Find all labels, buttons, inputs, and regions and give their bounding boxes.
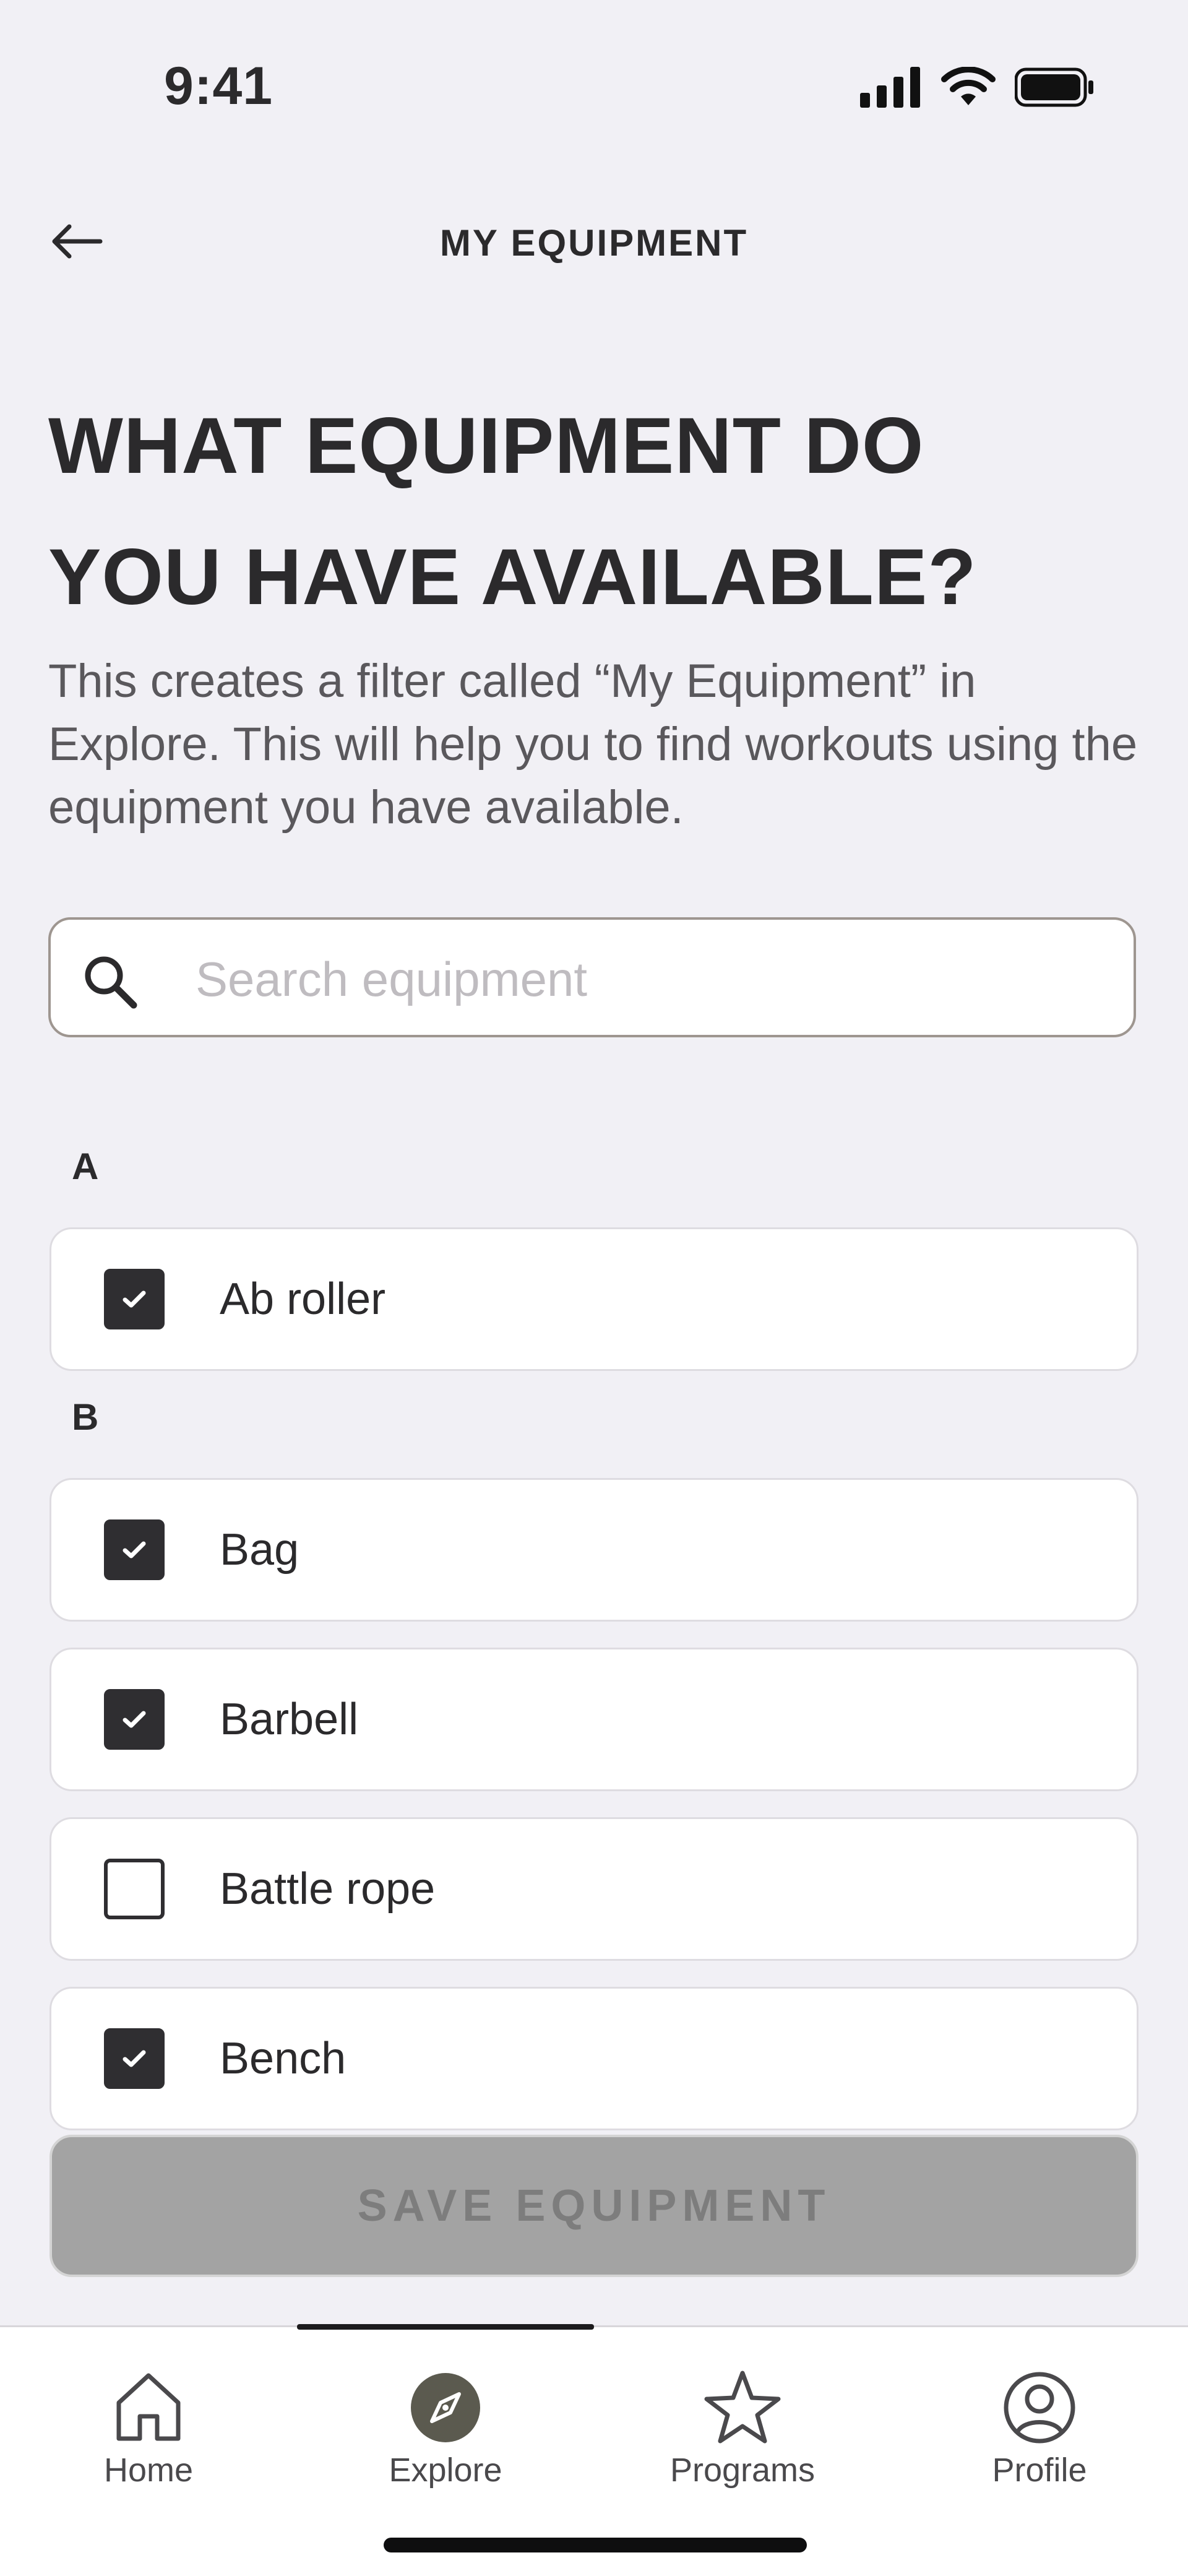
battery-icon — [1015, 67, 1093, 107]
status-bar: 9:41 — [0, 0, 1188, 173]
equipment-item-label: Barbell — [220, 1695, 359, 1744]
compass-icon — [411, 2373, 480, 2442]
tab-label: Home — [103, 2452, 194, 2489]
checkbox-unchecked[interactable] — [104, 1859, 165, 1919]
headline: WHAT EQUIPMENT DO YOU HAVE AVAILABLE? — [48, 381, 1150, 643]
tab-label: Explore — [389, 2452, 502, 2489]
checkmark-icon — [123, 1290, 146, 1308]
headline-line-1: WHAT EQUIPMENT DO — [48, 402, 924, 490]
checkmark-icon — [123, 2050, 146, 2067]
tab-label: Programs — [669, 2452, 816, 2489]
status-icons — [860, 67, 1095, 108]
save-equipment-button[interactable]: SAVE EQUIPMENT — [50, 2135, 1138, 2277]
star-icon — [704, 2371, 781, 2444]
equipment-item-label: Ab roller — [220, 1274, 386, 1324]
checkbox-checked[interactable] — [104, 1689, 165, 1750]
equipment-item-label: Bag — [220, 1525, 299, 1575]
equipment-item-bench[interactable]: Bench — [50, 1987, 1138, 2130]
status-time: 9:41 — [164, 56, 273, 116]
tab-profile[interactable]: Profile — [891, 2346, 1188, 2489]
home-indicator — [384, 2538, 807, 2552]
profile-icon — [1004, 2372, 1075, 2444]
section-header-b: B — [72, 1396, 99, 1438]
cellular-signal-icon — [860, 67, 920, 108]
tab-label: Profile — [992, 2452, 1087, 2489]
checkbox-checked[interactable] — [104, 1269, 165, 1329]
tab-explore[interactable]: Explore — [297, 2346, 594, 2489]
save-area: SAVE EQUIPMENT — [0, 2132, 1188, 2325]
active-tab-indicator — [297, 2324, 594, 2330]
search-icon — [85, 956, 137, 1009]
equipment-item-label: Battle rope — [220, 1864, 436, 1914]
checkmark-icon — [123, 1711, 146, 1728]
search-box[interactable] — [48, 917, 1136, 1037]
equipment-item-bag[interactable]: Bag — [50, 1478, 1138, 1622]
equipment-item-label: Bench — [220, 2034, 346, 2083]
section-header-a: A — [72, 1146, 99, 1187]
description: This creates a filter called “My Equipme… — [48, 655, 1138, 834]
nav-header: MY EQUIPMENT — [0, 204, 1188, 279]
equipment-item-barbell[interactable]: Barbell — [50, 1648, 1138, 1791]
equipment-item-battle-rope[interactable]: Battle rope — [50, 1817, 1138, 1961]
home-icon — [116, 2373, 181, 2441]
tab-programs[interactable]: Programs — [594, 2346, 891, 2489]
checkbox-checked[interactable] — [104, 2028, 165, 2089]
headline-line-2: YOU HAVE AVAILABLE? — [48, 533, 977, 621]
checkmark-icon — [123, 1541, 146, 1558]
equipment-item-ab-roller[interactable]: Ab roller — [50, 1227, 1138, 1371]
checkbox-checked[interactable] — [104, 1519, 165, 1580]
search-input[interactable] — [194, 944, 1113, 1014]
page-title: MY EQUIPMENT — [439, 222, 749, 264]
wifi-icon — [941, 67, 996, 105]
tab-home[interactable]: Home — [0, 2346, 297, 2489]
